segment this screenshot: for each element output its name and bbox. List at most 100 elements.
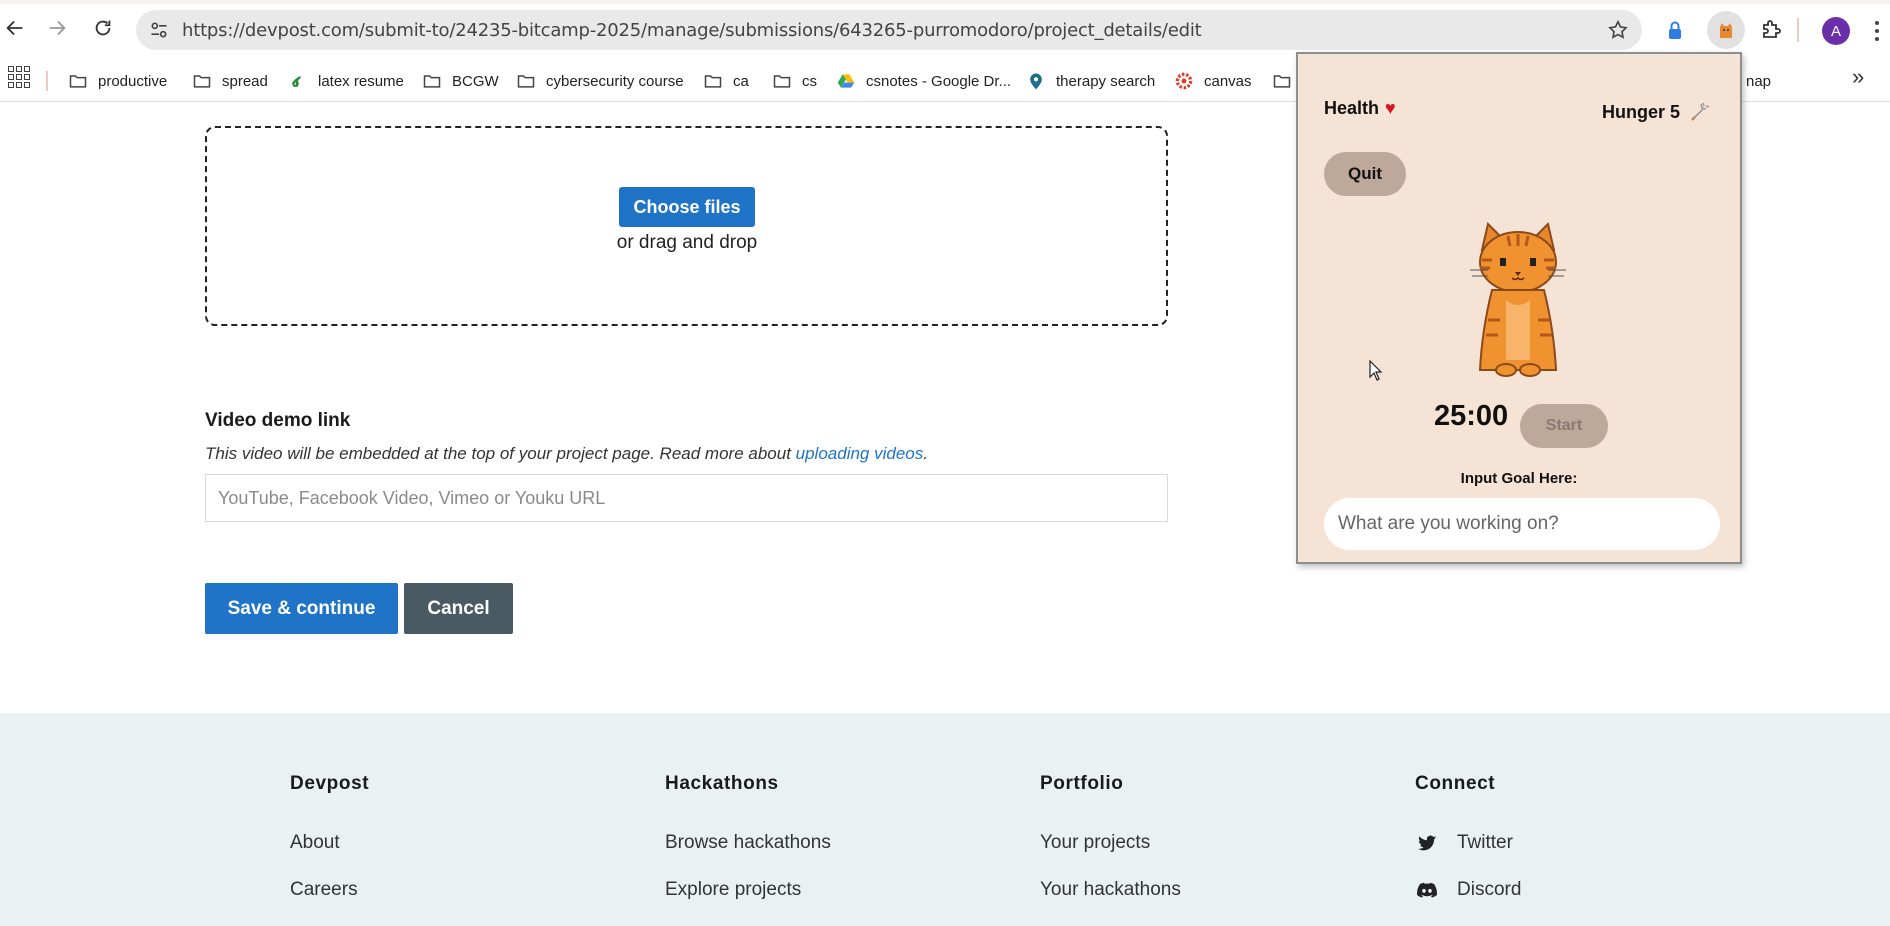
overleaf-icon — [288, 71, 308, 91]
pomodoro-timer: 25:00 — [1434, 400, 1509, 432]
bookmark-canvas[interactable]: canvas — [1174, 60, 1252, 102]
purromodoro-popup: Health ♥ Hunger 5 Quit 25:00 Start Input… — [1296, 52, 1742, 564]
bookmark-label: ca — [733, 72, 749, 90]
bookmark-bcgw[interactable]: BCGW — [422, 60, 499, 102]
video-url-input[interactable] — [205, 474, 1168, 522]
discord-icon — [1415, 878, 1439, 902]
footer-heading: Portfolio — [1040, 773, 1124, 794]
map-pin-icon — [1026, 71, 1046, 91]
footer-heading: Hackathons — [665, 773, 779, 794]
folder-icon — [68, 71, 88, 91]
footer-heading: Devpost — [290, 773, 370, 794]
bookmark-label: nap — [1746, 72, 1772, 90]
save-continue-button[interactable]: Save & continue — [205, 583, 398, 634]
google-drive-icon — [836, 71, 856, 91]
bookmark-label: spread — [222, 72, 268, 90]
goal-input[interactable] — [1324, 498, 1720, 550]
footer-column-connect: Connect Twitter Discord — [1415, 773, 1521, 913]
extensions-button[interactable] — [1752, 11, 1790, 49]
back-arrow-icon — [6, 20, 23, 36]
url-text[interactable]: https://devpost.com/submit-to/24235-bitc… — [182, 20, 1202, 41]
twitter-icon — [1415, 831, 1439, 855]
reload-icon — [95, 20, 111, 36]
hunger-indicator: Hunger 5 — [1602, 100, 1712, 124]
bookmark-spread[interactable]: spread — [192, 60, 268, 102]
footer-link-your-projects[interactable]: Your projects — [1040, 819, 1181, 866]
bookmark-ca[interactable]: ca — [703, 60, 749, 102]
video-help-text: This video will be embedded at the top o… — [205, 444, 928, 464]
footer-link-careers[interactable]: Careers — [290, 866, 369, 913]
bookmark-cs[interactable]: cs — [772, 60, 817, 102]
bookmark-label: therapy search — [1056, 72, 1156, 90]
folder-icon — [1272, 71, 1292, 91]
canvas-icon — [1174, 71, 1194, 91]
site-footer: Devpost About Careers Hackathons Browse … — [0, 713, 1890, 926]
bookmark-label: latex resume — [318, 72, 404, 90]
folder-icon — [516, 71, 536, 91]
footer-link-your-hackathons[interactable]: Your hackathons — [1040, 866, 1181, 913]
goal-label: Input Goal Here: — [1460, 470, 1578, 487]
bookmark-nap[interactable]: nap — [1746, 60, 1771, 102]
footer-link-twitter[interactable]: Twitter — [1415, 819, 1521, 866]
browser-toolbar: https://devpost.com/submit-to/24235-bitc… — [0, 0, 1890, 60]
bookmark-therapy-search[interactable]: therapy search — [1026, 60, 1155, 102]
mouse-cursor-icon — [1369, 360, 1383, 381]
cat-extension-icon — [1720, 23, 1732, 38]
footer-link-explore-projects[interactable]: Explore projects — [665, 866, 831, 913]
bookmark-label: cybersecurity course — [546, 72, 684, 90]
reload-button[interactable] — [88, 13, 118, 43]
start-button[interactable]: Start — [1520, 404, 1608, 448]
fork-icon — [1691, 102, 1710, 121]
footer-link-label: Discord — [1457, 878, 1522, 900]
bookmark-label: cs — [802, 72, 817, 90]
lock-icon — [1669, 21, 1681, 39]
forward-arrow-icon — [49, 20, 66, 36]
site-settings-icon[interactable] — [148, 19, 170, 41]
footer-link-about[interactable]: About — [290, 819, 369, 866]
footer-heading: Connect — [1415, 773, 1496, 794]
footer-link-label: Twitter — [1457, 831, 1513, 853]
purromodoro-extension[interactable] — [1707, 11, 1745, 49]
bookmark-label: productive — [98, 72, 168, 90]
video-help-suffix: . — [923, 444, 928, 463]
more-bookmarks-button[interactable]: » — [1852, 64, 1864, 90]
bookmark-cybersecurity-course[interactable]: cybersecurity course — [516, 60, 684, 102]
toolbar-separator — [1797, 18, 1799, 42]
video-help-prefix: This video will be embedded at the top o… — [205, 444, 796, 463]
bookmark-label: canvas — [1204, 72, 1252, 90]
footer-column-portfolio: Portfolio Your projects Your hackathons — [1040, 773, 1181, 913]
puzzle-icon — [1763, 20, 1781, 38]
address-bar[interactable]: https://devpost.com/submit-to/24235-bitc… — [136, 10, 1642, 50]
bookmark-latex-resume[interactable]: latex resume — [288, 60, 404, 102]
bookmark-csnotes[interactable]: csnotes - Google Dr... — [836, 60, 1011, 102]
hunger-label: Hunger 5 — [1601, 101, 1680, 122]
forward-button[interactable] — [42, 13, 72, 43]
password-manager-extension[interactable] — [1656, 11, 1694, 49]
tab-strip-edge — [0, 0, 1890, 4]
health-indicator: Health ♥ — [1324, 98, 1396, 119]
cat-pet-image — [1470, 222, 1566, 377]
bookmarks-separator — [46, 71, 48, 91]
health-label: Health — [1324, 98, 1380, 118]
folder-icon — [703, 71, 723, 91]
cancel-button[interactable]: Cancel — [404, 583, 513, 634]
video-demo-label: Video demo link — [205, 410, 351, 431]
back-button[interactable] — [0, 13, 30, 43]
drag-drop-text: or drag and drop — [616, 232, 758, 253]
footer-column-devpost: Devpost About Careers — [290, 773, 369, 913]
quit-button[interactable]: Quit — [1324, 152, 1406, 196]
browser-menu-icon[interactable] — [1870, 17, 1884, 45]
footer-link-browse-hackathons[interactable]: Browse hackathons — [665, 819, 831, 866]
bookmark-star-icon[interactable] — [1606, 18, 1630, 42]
bookmark-label: BCGW — [452, 72, 499, 90]
folder-icon — [422, 71, 442, 91]
apps-grid-icon[interactable] — [8, 66, 30, 88]
profile-avatar[interactable]: A — [1822, 17, 1850, 45]
folder-icon — [772, 71, 792, 91]
bookmark-productive[interactable]: productive — [68, 60, 167, 102]
choose-files-button[interactable]: Choose files — [619, 187, 755, 227]
footer-link-discord[interactable]: Discord — [1415, 866, 1521, 913]
footer-column-hackathons: Hackathons Browse hackathons Explore pro… — [665, 773, 831, 913]
heart-icon: ♥ — [1385, 98, 1396, 118]
uploading-videos-link[interactable]: uploading videos — [796, 444, 924, 463]
